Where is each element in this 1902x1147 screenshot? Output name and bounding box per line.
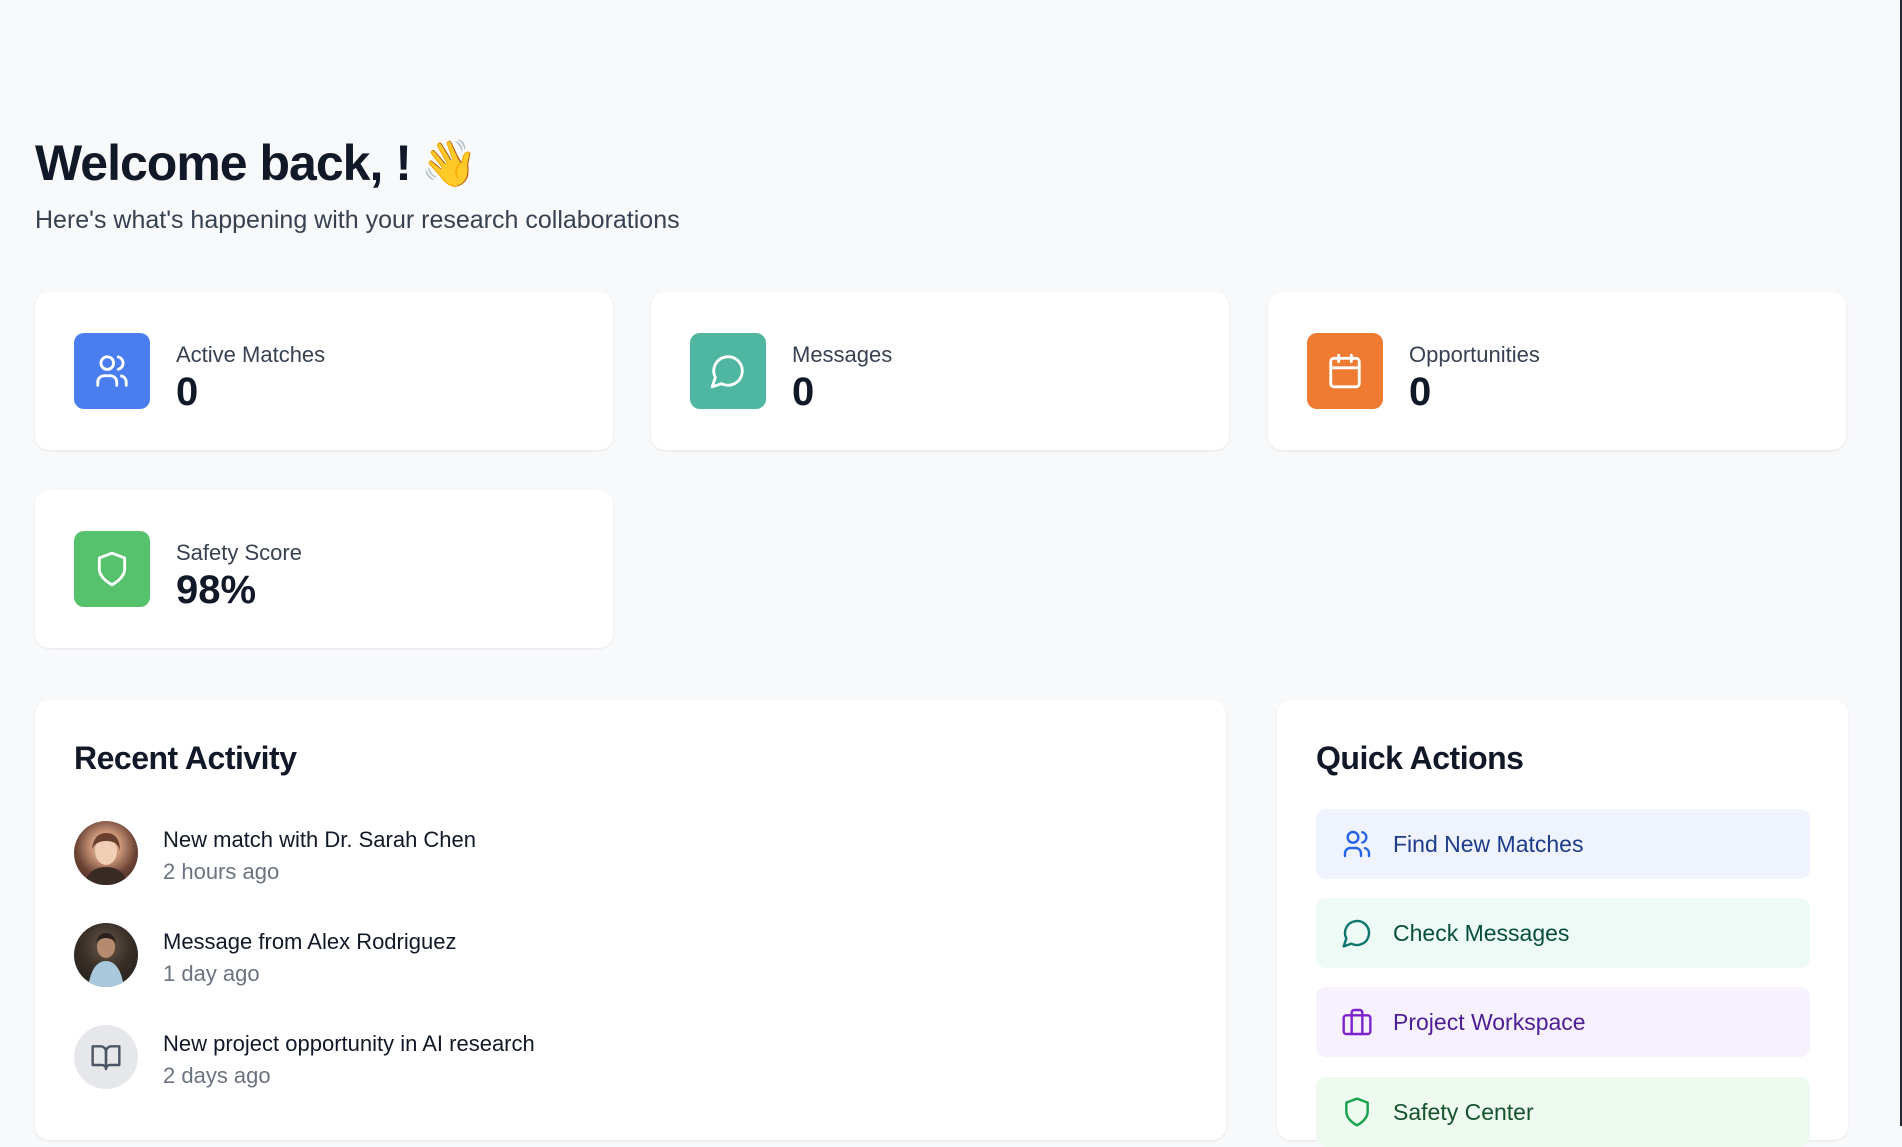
wave-emoji-icon: 👋 xyxy=(420,136,478,189)
activity-text: New match with Dr. Sarah Chen xyxy=(163,827,477,852)
activity-item[interactable]: New match with Dr. Sarah Chen 2 hours ag… xyxy=(74,821,1074,887)
activity-time: 1 day ago xyxy=(163,961,260,986)
stat-label: Active Matches xyxy=(176,342,326,367)
calendar-icon xyxy=(1307,333,1383,409)
users-icon xyxy=(1340,827,1374,861)
activity-text: New project opportunity in AI research xyxy=(163,1031,535,1056)
avatar xyxy=(74,821,138,885)
shield-icon xyxy=(1340,1095,1374,1129)
page-title: Welcome back, ! 👋 xyxy=(35,134,478,192)
stat-card-messages[interactable]: Messages 0 xyxy=(651,292,1229,450)
quick-action-label: Check Messages xyxy=(1393,920,1570,946)
activity-item[interactable]: Message from Alex Rodriguez 1 day ago xyxy=(74,923,1074,989)
stat-label: Safety Score xyxy=(176,540,302,565)
message-icon xyxy=(690,333,766,409)
project-workspace-button[interactable]: Project Workspace xyxy=(1316,987,1810,1057)
stat-label: Messages xyxy=(792,342,893,367)
welcome-text: Welcome back, ! xyxy=(35,135,412,191)
shield-icon xyxy=(74,531,150,607)
avatar xyxy=(74,923,138,987)
quick-action-label: Find New Matches xyxy=(1393,831,1584,857)
users-icon xyxy=(74,333,150,409)
activity-time: 2 hours ago xyxy=(163,859,280,884)
safety-center-button[interactable]: Safety Center xyxy=(1316,1077,1810,1147)
stat-card-active-matches[interactable]: Active Matches 0 xyxy=(35,292,613,450)
stat-value: 0 xyxy=(176,370,199,414)
book-icon xyxy=(74,1025,138,1089)
stat-label: Opportunities xyxy=(1409,342,1540,367)
briefcase-icon xyxy=(1340,1005,1374,1039)
section-title: Recent Activity xyxy=(74,740,297,776)
check-messages-button[interactable]: Check Messages xyxy=(1316,898,1810,968)
activity-item[interactable]: New project opportunity in AI research 2… xyxy=(74,1025,1074,1091)
quick-action-label: Project Workspace xyxy=(1393,1009,1586,1035)
activity-time: 2 days ago xyxy=(163,1063,271,1088)
quick-action-label: Safety Center xyxy=(1393,1099,1534,1125)
activity-text: Message from Alex Rodriguez xyxy=(163,929,457,954)
section-title: Quick Actions xyxy=(1316,740,1524,776)
stat-value: 0 xyxy=(1409,370,1432,414)
recent-activity-panel: Recent Activity New match with Dr. Sarah… xyxy=(35,700,1226,1140)
stat-card-opportunities[interactable]: Opportunities 0 xyxy=(1268,292,1846,450)
stat-card-safety-score[interactable]: Safety Score 98% xyxy=(35,490,613,648)
stat-value: 0 xyxy=(792,370,815,414)
find-new-matches-button[interactable]: Find New Matches xyxy=(1316,809,1810,879)
stat-value: 98% xyxy=(176,568,257,612)
message-icon xyxy=(1340,916,1374,950)
quick-actions-panel: Quick Actions Find New Matches Check Mes… xyxy=(1277,700,1848,1147)
page-subtitle: Here's what's happening with your resear… xyxy=(35,206,680,234)
